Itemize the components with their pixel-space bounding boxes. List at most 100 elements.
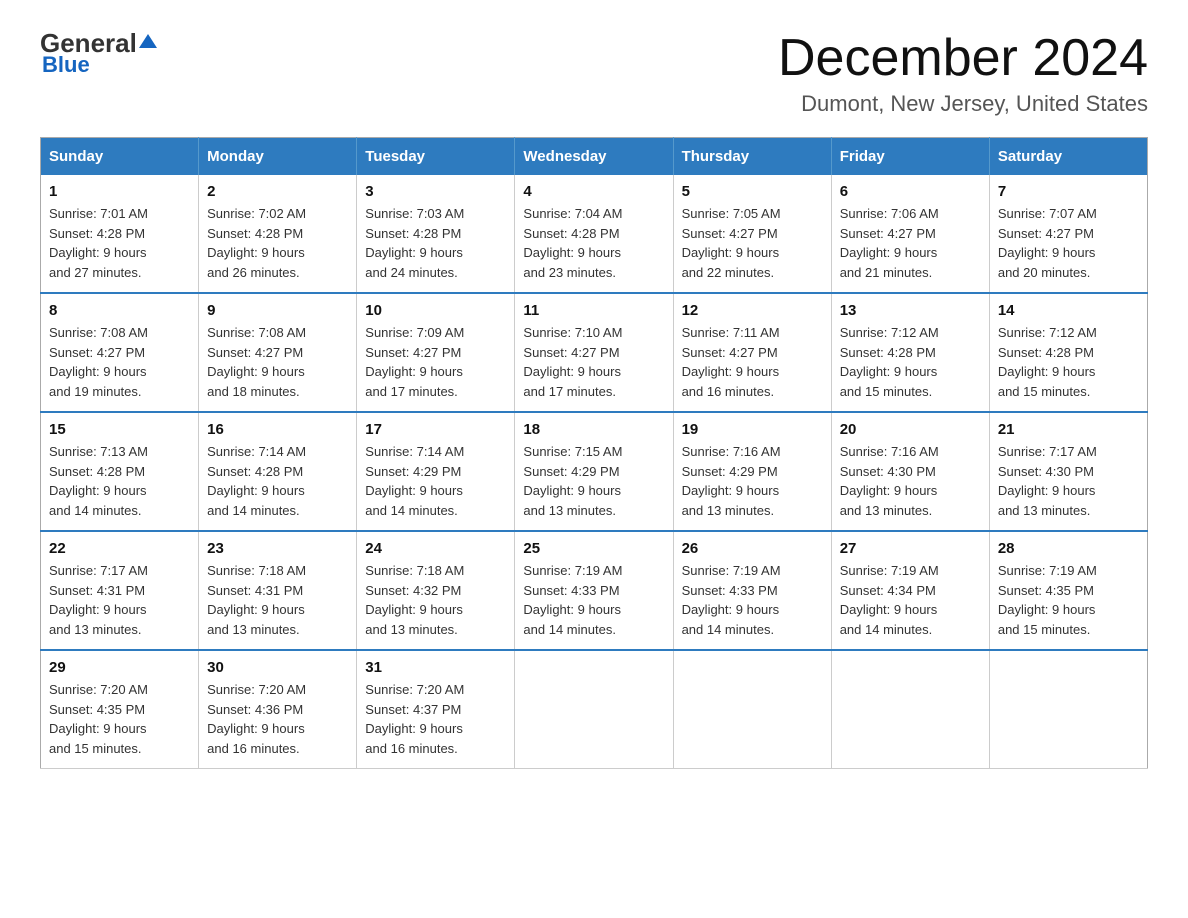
day-number: 28 [998, 540, 1139, 557]
day-number: 11 [523, 302, 664, 319]
day-info: Sunrise: 7:05 AM Sunset: 4:27 PM Dayligh… [682, 204, 823, 282]
day-info: Sunrise: 7:08 AM Sunset: 4:27 PM Dayligh… [49, 323, 190, 401]
calendar-week-row: 8 Sunrise: 7:08 AM Sunset: 4:27 PM Dayli… [41, 293, 1148, 412]
calendar-cell: 16 Sunrise: 7:14 AM Sunset: 4:28 PM Dayl… [199, 412, 357, 531]
calendar-cell: 26 Sunrise: 7:19 AM Sunset: 4:33 PM Dayl… [673, 531, 831, 650]
calendar-cell: 19 Sunrise: 7:16 AM Sunset: 4:29 PM Dayl… [673, 412, 831, 531]
calendar-title: December 2024 [778, 30, 1148, 87]
day-info: Sunrise: 7:17 AM Sunset: 4:30 PM Dayligh… [998, 442, 1139, 520]
header-saturday: Saturday [989, 138, 1147, 176]
day-number: 3 [365, 183, 506, 200]
calendar-cell: 3 Sunrise: 7:03 AM Sunset: 4:28 PM Dayli… [357, 175, 515, 293]
header-monday: Monday [199, 138, 357, 176]
calendar-cell: 22 Sunrise: 7:17 AM Sunset: 4:31 PM Dayl… [41, 531, 199, 650]
day-number: 14 [998, 302, 1139, 319]
calendar-cell: 11 Sunrise: 7:10 AM Sunset: 4:27 PM Dayl… [515, 293, 673, 412]
day-info: Sunrise: 7:12 AM Sunset: 4:28 PM Dayligh… [998, 323, 1139, 401]
logo-blue-text: Blue [42, 52, 90, 78]
calendar-cell: 20 Sunrise: 7:16 AM Sunset: 4:30 PM Dayl… [831, 412, 989, 531]
calendar-cell [515, 650, 673, 769]
day-number: 19 [682, 421, 823, 438]
header-thursday: Thursday [673, 138, 831, 176]
calendar-cell [673, 650, 831, 769]
calendar-week-row: 15 Sunrise: 7:13 AM Sunset: 4:28 PM Dayl… [41, 412, 1148, 531]
header-sunday: Sunday [41, 138, 199, 176]
day-number: 18 [523, 421, 664, 438]
day-info: Sunrise: 7:19 AM Sunset: 4:33 PM Dayligh… [682, 561, 823, 639]
calendar-week-row: 1 Sunrise: 7:01 AM Sunset: 4:28 PM Dayli… [41, 175, 1148, 293]
day-number: 8 [49, 302, 190, 319]
page-header: General Blue December 2024 Dumont, New J… [40, 30, 1148, 117]
day-info: Sunrise: 7:17 AM Sunset: 4:31 PM Dayligh… [49, 561, 190, 639]
day-number: 6 [840, 183, 981, 200]
day-info: Sunrise: 7:15 AM Sunset: 4:29 PM Dayligh… [523, 442, 664, 520]
day-number: 25 [523, 540, 664, 557]
calendar-cell: 31 Sunrise: 7:20 AM Sunset: 4:37 PM Dayl… [357, 650, 515, 769]
day-info: Sunrise: 7:18 AM Sunset: 4:32 PM Dayligh… [365, 561, 506, 639]
calendar-cell [989, 650, 1147, 769]
calendar-cell: 7 Sunrise: 7:07 AM Sunset: 4:27 PM Dayli… [989, 175, 1147, 293]
calendar-header-row: SundayMondayTuesdayWednesdayThursdayFrid… [41, 138, 1148, 176]
calendar-cell: 25 Sunrise: 7:19 AM Sunset: 4:33 PM Dayl… [515, 531, 673, 650]
calendar-cell: 13 Sunrise: 7:12 AM Sunset: 4:28 PM Dayl… [831, 293, 989, 412]
day-info: Sunrise: 7:20 AM Sunset: 4:37 PM Dayligh… [365, 680, 506, 758]
day-number: 27 [840, 540, 981, 557]
day-number: 17 [365, 421, 506, 438]
day-number: 29 [49, 659, 190, 676]
calendar-cell: 2 Sunrise: 7:02 AM Sunset: 4:28 PM Dayli… [199, 175, 357, 293]
calendar-cell: 4 Sunrise: 7:04 AM Sunset: 4:28 PM Dayli… [515, 175, 673, 293]
calendar-table: SundayMondayTuesdayWednesdayThursdayFrid… [40, 137, 1148, 769]
calendar-cell: 21 Sunrise: 7:17 AM Sunset: 4:30 PM Dayl… [989, 412, 1147, 531]
day-info: Sunrise: 7:19 AM Sunset: 4:33 PM Dayligh… [523, 561, 664, 639]
day-info: Sunrise: 7:19 AM Sunset: 4:35 PM Dayligh… [998, 561, 1139, 639]
day-info: Sunrise: 7:06 AM Sunset: 4:27 PM Dayligh… [840, 204, 981, 282]
day-info: Sunrise: 7:14 AM Sunset: 4:28 PM Dayligh… [207, 442, 348, 520]
day-number: 21 [998, 421, 1139, 438]
day-number: 5 [682, 183, 823, 200]
day-number: 20 [840, 421, 981, 438]
calendar-week-row: 29 Sunrise: 7:20 AM Sunset: 4:35 PM Dayl… [41, 650, 1148, 769]
calendar-cell: 15 Sunrise: 7:13 AM Sunset: 4:28 PM Dayl… [41, 412, 199, 531]
calendar-cell: 28 Sunrise: 7:19 AM Sunset: 4:35 PM Dayl… [989, 531, 1147, 650]
calendar-cell: 17 Sunrise: 7:14 AM Sunset: 4:29 PM Dayl… [357, 412, 515, 531]
calendar-cell: 10 Sunrise: 7:09 AM Sunset: 4:27 PM Dayl… [357, 293, 515, 412]
day-info: Sunrise: 7:10 AM Sunset: 4:27 PM Dayligh… [523, 323, 664, 401]
day-info: Sunrise: 7:02 AM Sunset: 4:28 PM Dayligh… [207, 204, 348, 282]
calendar-cell: 24 Sunrise: 7:18 AM Sunset: 4:32 PM Dayl… [357, 531, 515, 650]
day-info: Sunrise: 7:03 AM Sunset: 4:28 PM Dayligh… [365, 204, 506, 282]
calendar-cell: 30 Sunrise: 7:20 AM Sunset: 4:36 PM Dayl… [199, 650, 357, 769]
logo: General Blue [40, 30, 157, 78]
day-info: Sunrise: 7:08 AM Sunset: 4:27 PM Dayligh… [207, 323, 348, 401]
day-info: Sunrise: 7:01 AM Sunset: 4:28 PM Dayligh… [49, 204, 190, 282]
logo-triangle-icon [139, 32, 157, 50]
day-info: Sunrise: 7:20 AM Sunset: 4:36 PM Dayligh… [207, 680, 348, 758]
day-number: 2 [207, 183, 348, 200]
header-wednesday: Wednesday [515, 138, 673, 176]
day-number: 24 [365, 540, 506, 557]
day-number: 23 [207, 540, 348, 557]
calendar-cell [831, 650, 989, 769]
calendar-cell: 23 Sunrise: 7:18 AM Sunset: 4:31 PM Dayl… [199, 531, 357, 650]
day-number: 13 [840, 302, 981, 319]
header-tuesday: Tuesday [357, 138, 515, 176]
day-info: Sunrise: 7:09 AM Sunset: 4:27 PM Dayligh… [365, 323, 506, 401]
day-number: 9 [207, 302, 348, 319]
calendar-cell: 6 Sunrise: 7:06 AM Sunset: 4:27 PM Dayli… [831, 175, 989, 293]
day-number: 15 [49, 421, 190, 438]
header-friday: Friday [831, 138, 989, 176]
calendar-cell: 12 Sunrise: 7:11 AM Sunset: 4:27 PM Dayl… [673, 293, 831, 412]
day-info: Sunrise: 7:16 AM Sunset: 4:29 PM Dayligh… [682, 442, 823, 520]
day-number: 31 [365, 659, 506, 676]
day-number: 26 [682, 540, 823, 557]
day-info: Sunrise: 7:07 AM Sunset: 4:27 PM Dayligh… [998, 204, 1139, 282]
day-info: Sunrise: 7:11 AM Sunset: 4:27 PM Dayligh… [682, 323, 823, 401]
calendar-cell: 5 Sunrise: 7:05 AM Sunset: 4:27 PM Dayli… [673, 175, 831, 293]
day-number: 22 [49, 540, 190, 557]
day-info: Sunrise: 7:12 AM Sunset: 4:28 PM Dayligh… [840, 323, 981, 401]
calendar-cell: 14 Sunrise: 7:12 AM Sunset: 4:28 PM Dayl… [989, 293, 1147, 412]
calendar-cell: 9 Sunrise: 7:08 AM Sunset: 4:27 PM Dayli… [199, 293, 357, 412]
day-number: 1 [49, 183, 190, 200]
day-info: Sunrise: 7:18 AM Sunset: 4:31 PM Dayligh… [207, 561, 348, 639]
calendar-week-row: 22 Sunrise: 7:17 AM Sunset: 4:31 PM Dayl… [41, 531, 1148, 650]
day-info: Sunrise: 7:04 AM Sunset: 4:28 PM Dayligh… [523, 204, 664, 282]
